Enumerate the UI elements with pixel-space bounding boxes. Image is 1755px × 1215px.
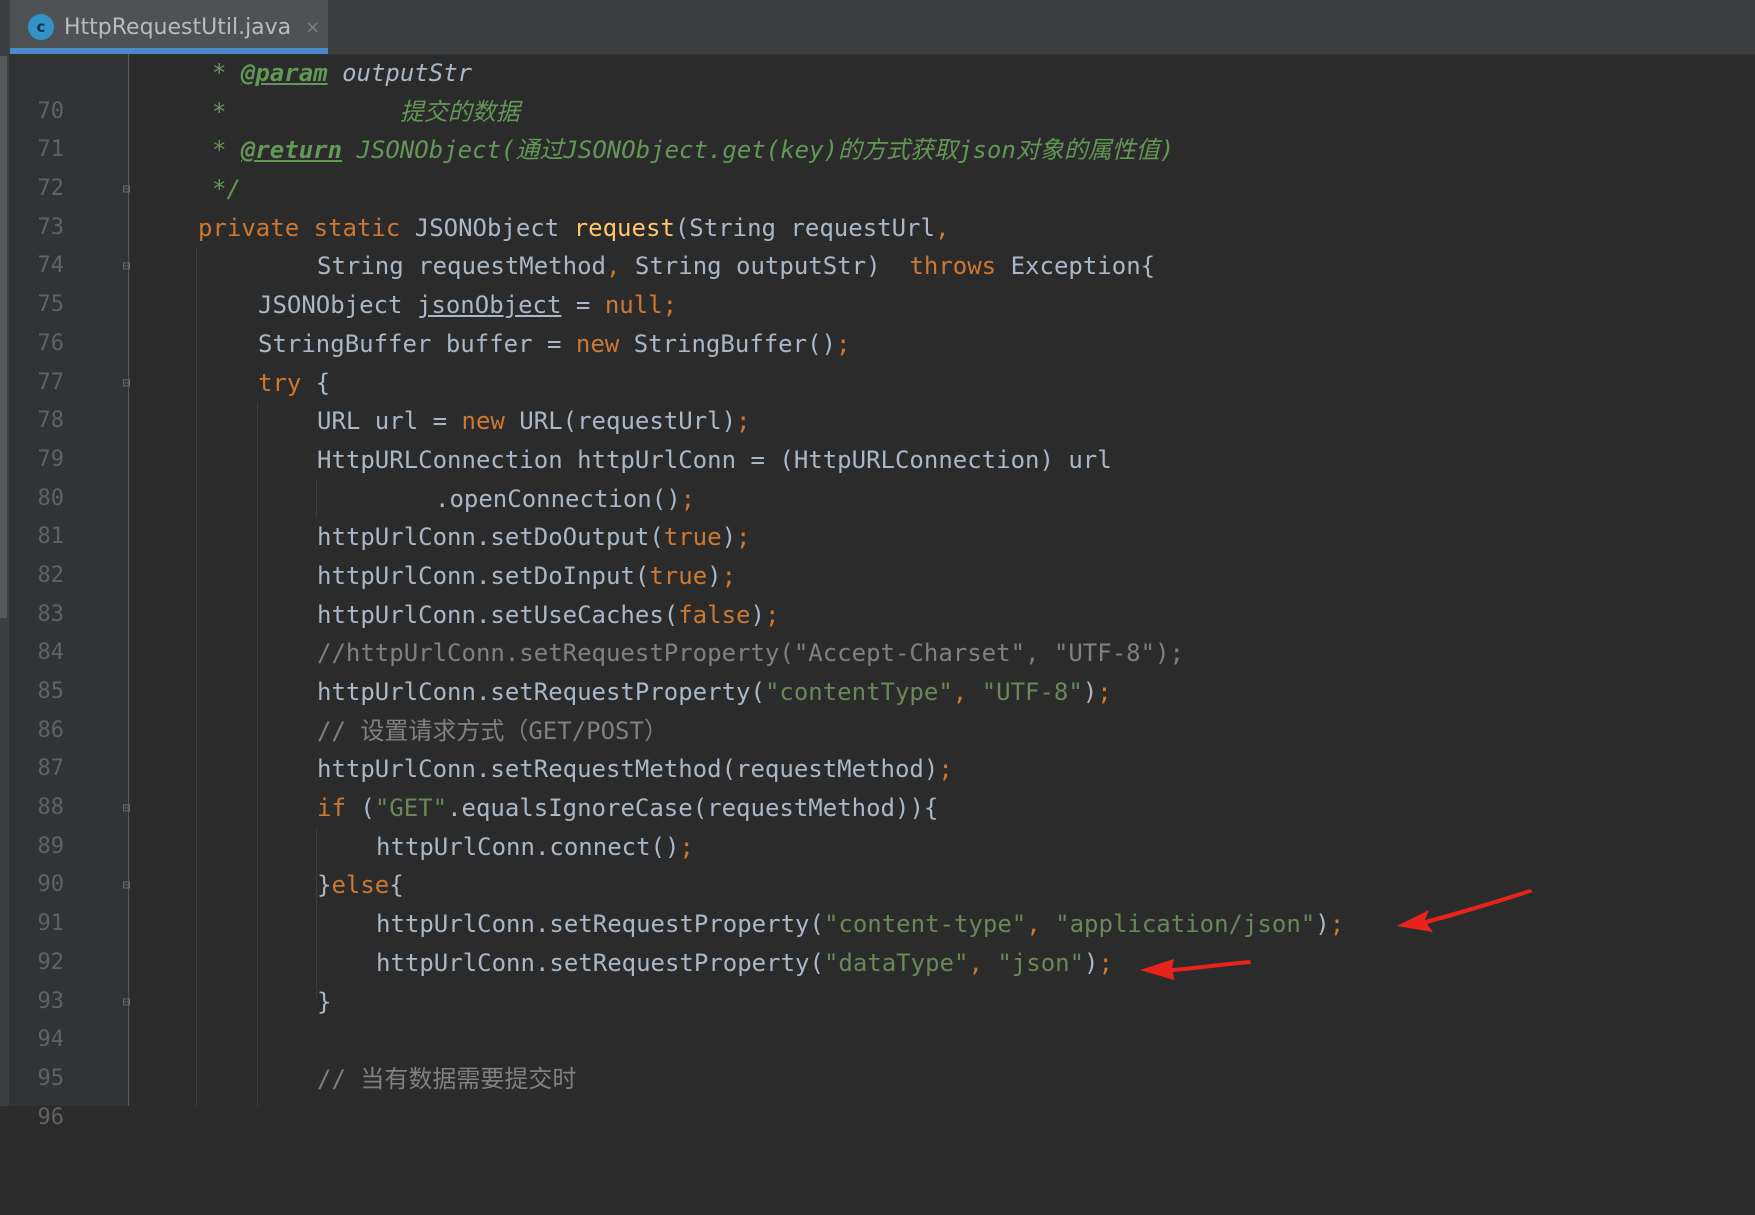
fold-end-icon[interactable]: ⊟ [119,995,134,1010]
code-line-73: 73 ⊟ */ [0,170,1755,240]
code-line-70: 70 * @param outputStr [0,54,1755,124]
fold-end-icon[interactable]: ⊟ [119,182,134,197]
code-line-77: 77 StringBuffer buffer = new StringBuffe… [0,325,1755,395]
fold-toggle-icon[interactable]: ⊟ [119,259,134,274]
fold-toggle-icon[interactable]: ⊟ [119,801,134,816]
code-line-85: 85 //httpUrlConn.setRequestProperty("Acc… [0,634,1755,704]
code-line-90: 90 httpUrlConn.connect(); [0,828,1755,898]
code-line-89: 89 ⊟ if ("GET".equalsIgnoreCase(requestM… [0,789,1755,859]
editor-tab-bar: c HttpRequestUtil.java × [0,0,1755,55]
code-line-71: 71 * 提交的数据 [0,93,1755,163]
fold-toggle-icon[interactable]: ⊟ [119,376,134,391]
code-line-84: 84 httpUrlConn.setUseCaches(false); [0,596,1755,666]
code-line-94: 94 ⊟ } [0,983,1755,1053]
code-line-76: 76 JSONObject jsonObject = null; [0,286,1755,356]
code-editor[interactable]: 70 * @param outputStr 71 * 提交的数据 72 * @r… [0,54,1755,1130]
red-arrow-icon [1397,889,1533,932]
code-line-78: 78 ⊟ try { [0,364,1755,434]
code-line-83: 83 httpUrlConn.setDoInput(true); [0,557,1755,627]
code-line-88: 88 httpUrlConn.setRequestMethod(requestM… [0,750,1755,820]
code-line-96: 96 // 当有数据需要提交时 [0,1060,1755,1130]
code-line-87: 87 // 设置请求方式（GET/POST） [0,712,1755,782]
code-line-75: 75 ⊟ String requestMethod, String output… [0,247,1755,317]
code-line-95: 95 [0,1021,1755,1091]
fold-toggle-icon[interactable]: ⊟ [119,878,134,893]
java-class-icon: c [28,14,54,40]
tab-httprequestutil-java[interactable]: c HttpRequestUtil.java × [10,0,328,54]
code-line-74: 74 private static JSONObject request(Str… [0,209,1755,279]
red-arrow-icon [1140,959,1251,980]
code-line-79: 79 URL url = new URL(requestUrl); [0,402,1755,472]
code-line-80: 80 HttpURLConnection httpUrlConn = (Http… [0,441,1755,511]
code-line-81: 81 .openConnection(); [0,480,1755,550]
code-line-86: 86 httpUrlConn.setRequestProperty("conte… [0,673,1755,743]
line-number: 96 [37,1104,65,1130]
code-line-72: 72 * @return JSONObject(通过JSONObject.get… [0,131,1755,201]
code-line-93: 93 httpUrlConn.setRequestProperty("dataT… [0,944,1755,1014]
code-line-82: 82 httpUrlConn.setDoOutput(true); [0,518,1755,588]
tab-title: HttpRequestUtil.java [64,14,292,40]
close-icon[interactable]: × [305,17,320,38]
